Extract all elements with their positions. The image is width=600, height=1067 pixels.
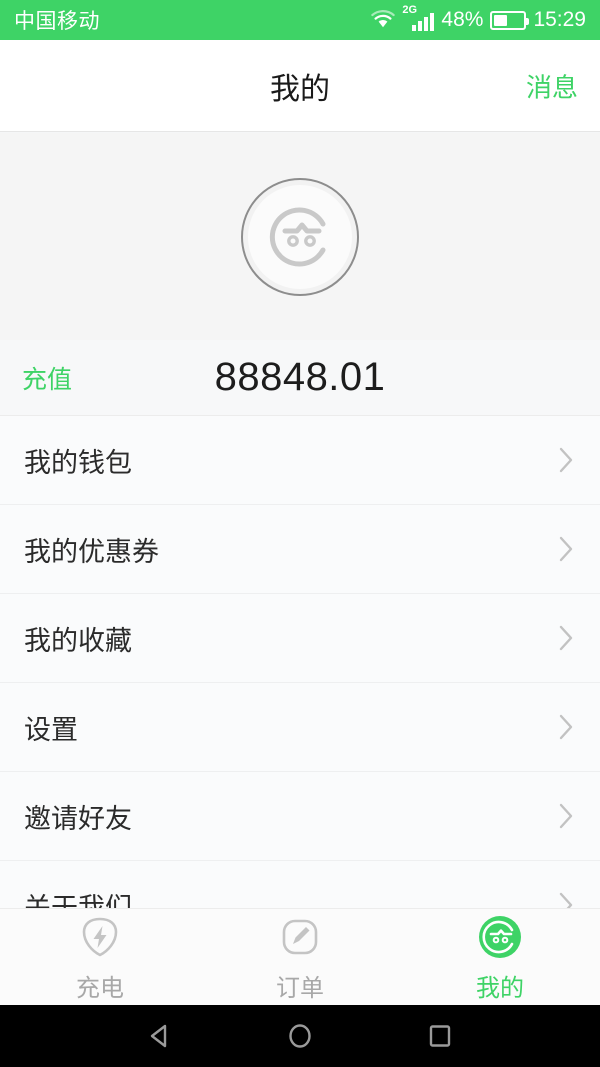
lightning-bolt-shield-icon [74,912,126,962]
menu-row-2[interactable]: 我的优惠券 [0,505,600,594]
menu-row-label: 关于我们 [24,892,132,909]
menu-row-3[interactable]: 我的收藏 [0,594,600,683]
chevron-right-icon [558,713,574,741]
battery-fill [494,14,508,26]
messages-button[interactable]: 消息 [526,67,578,104]
menu-list[interactable]: 我的钱包我的优惠券我的收藏设置邀请好友关于我们 [0,416,600,908]
page-header: 我的 消息 [0,40,600,132]
tab-label: 我的 [476,974,524,1002]
menu-row-6[interactable]: 关于我们 [0,861,600,908]
user-face-avatar-icon [263,200,337,274]
bottom-tab-bar[interactable]: 充电 订单 我的 [0,908,600,1005]
recents-square-icon[interactable] [420,1016,460,1056]
menu-row-label: 我的钱包 [24,447,132,478]
chevron-right-icon [558,535,574,563]
pencil-square-icon [274,912,326,962]
menu-row-label: 我的收藏 [24,625,132,656]
tab-label: 订单 [276,974,324,1002]
menu-row-4[interactable]: 设置 [0,683,600,772]
clock-label: 15:29 [533,8,586,31]
chevron-right-icon [558,891,574,908]
wifi-icon [370,10,396,30]
app-screen: 中国移动 2G 48% 15:29 我的 消息 充值 88848.01 我的钱包… [0,0,600,1067]
back-triangle-icon[interactable] [140,1016,180,1056]
page-title: 我的 [270,72,330,106]
tab-3[interactable]: 我的 [400,912,600,1003]
network-type-label: 2G [402,4,418,16]
menu-row-label: 邀请好友 [24,803,132,834]
tab-1[interactable]: 充电 [0,912,200,1003]
profile-section [0,133,600,340]
status-bar: 中国移动 2G 48% 15:29 [0,0,600,40]
tab-label: 充电 [76,974,124,1002]
chevron-right-icon [558,802,574,830]
menu-row-label: 我的优惠券 [24,536,159,567]
balance-bar: 充值 88848.01 [0,340,600,416]
menu-row-label: 设置 [24,714,78,745]
chevron-right-icon [558,446,574,474]
topup-button[interactable]: 充值 [22,360,72,396]
menu-row-5[interactable]: 邀请好友 [0,772,600,861]
android-navigation-bar [0,1005,600,1067]
balance-amount: 88848.01 [214,355,386,399]
status-icons-group: 2G 48% 15:29 [370,5,586,32]
battery-icon [490,10,530,30]
battery-percent-label: 48% [441,8,484,31]
carrier-label: 中国移动 [14,10,100,33]
signal-bars-icon: 2G [402,5,435,31]
user-face-circle-icon [474,912,526,962]
chevron-right-icon [558,624,574,652]
tab-2[interactable]: 订单 [200,912,400,1003]
menu-row-1[interactable]: 我的钱包 [0,416,600,505]
avatar[interactable] [241,177,359,296]
home-circle-icon[interactable] [280,1016,320,1056]
